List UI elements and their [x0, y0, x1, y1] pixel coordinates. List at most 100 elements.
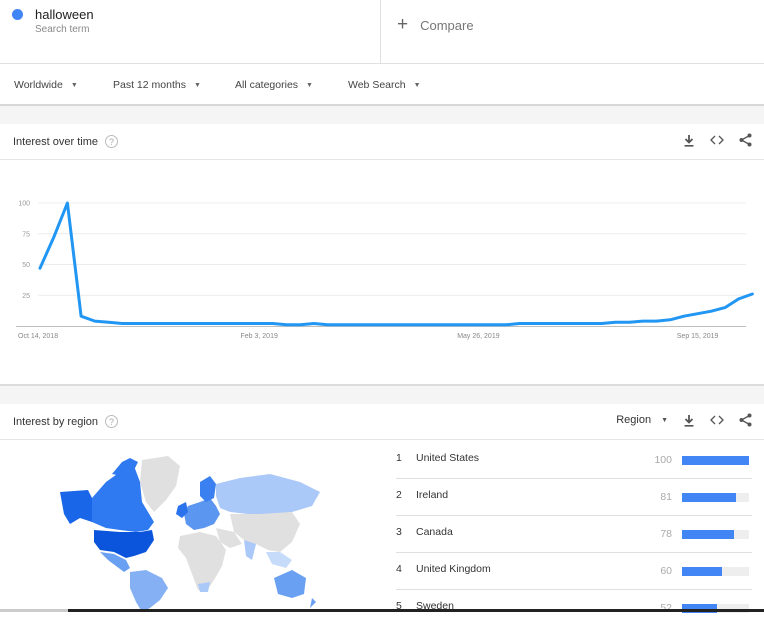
series-color-dot	[12, 9, 23, 20]
data-point[interactable]	[244, 322, 248, 326]
filter-location[interactable]: Worldwide ▼	[14, 79, 78, 91]
download-icon[interactable]	[682, 133, 696, 147]
download-icon[interactable]	[682, 413, 696, 427]
share-icon[interactable]	[738, 133, 752, 147]
data-point[interactable]	[161, 322, 165, 326]
data-point[interactable]	[559, 322, 563, 326]
card-title: Interest by region ?	[13, 415, 118, 428]
data-point[interactable]	[463, 323, 467, 327]
data-point[interactable]	[65, 201, 69, 205]
data-point[interactable]	[93, 319, 97, 323]
region-resolution-select[interactable]: Region ▼	[616, 414, 668, 426]
plus-icon: +	[397, 14, 409, 35]
data-point[interactable]	[422, 323, 426, 327]
series-line-halloween	[38, 201, 754, 327]
search-term-card[interactable]: halloween Search term	[0, 0, 381, 64]
card-header: Interest over time ?	[0, 124, 764, 160]
filter-location-label: Worldwide	[14, 79, 63, 91]
data-point[interactable]	[723, 306, 727, 310]
data-point[interactable]	[216, 322, 220, 326]
data-point[interactable]	[175, 322, 179, 326]
data-point[interactable]	[230, 322, 234, 326]
data-point[interactable]	[518, 322, 522, 326]
data-point[interactable]	[737, 297, 741, 301]
data-point[interactable]	[189, 322, 193, 326]
region-value: 81	[660, 491, 672, 503]
data-point[interactable]	[38, 266, 42, 270]
data-point[interactable]	[202, 322, 206, 326]
data-point[interactable]	[668, 318, 672, 322]
map-region-greenland[interactable]	[140, 456, 180, 512]
map-region-asia[interactable]	[230, 512, 300, 552]
data-point[interactable]	[79, 314, 83, 318]
data-point[interactable]	[696, 312, 700, 316]
data-point[interactable]	[476, 323, 480, 327]
data-point[interactable]	[52, 235, 56, 239]
data-point[interactable]	[326, 323, 330, 327]
map-region-africa[interactable]	[178, 532, 226, 592]
data-point[interactable]	[339, 323, 343, 327]
data-point[interactable]	[107, 320, 111, 324]
region-row[interactable]: 2 Ireland 81	[396, 479, 752, 516]
filter-category[interactable]: All categories ▼	[235, 79, 313, 91]
map-region-scandinavia[interactable]	[200, 476, 216, 502]
map-region-russia[interactable]	[216, 474, 320, 514]
region-name[interactable]: United States	[416, 452, 479, 464]
data-point[interactable]	[545, 322, 549, 326]
data-point[interactable]	[435, 323, 439, 327]
data-point[interactable]	[641, 319, 645, 323]
data-point[interactable]	[655, 319, 659, 323]
data-point[interactable]	[600, 322, 604, 326]
data-point[interactable]	[298, 323, 302, 327]
data-point[interactable]	[586, 322, 590, 326]
data-point[interactable]	[613, 320, 617, 324]
region-name[interactable]: Canada	[416, 526, 453, 538]
data-point[interactable]	[627, 320, 631, 324]
data-point[interactable]	[572, 322, 576, 326]
compare-button[interactable]: + Compare	[397, 14, 474, 36]
help-icon[interactable]: ?	[104, 135, 118, 148]
filter-category-label: All categories	[235, 79, 299, 91]
data-point[interactable]	[381, 323, 385, 327]
share-icon[interactable]	[738, 413, 752, 427]
filter-time-range[interactable]: Past 12 months ▼	[113, 79, 201, 91]
region-row[interactable]: 1 United States 100	[396, 442, 752, 479]
map-region-new-zealand[interactable]	[310, 598, 316, 608]
data-point[interactable]	[709, 309, 713, 313]
filter-bar: Worldwide ▼ Past 12 months ▼ All categor…	[0, 64, 764, 106]
data-point[interactable]	[134, 322, 138, 326]
search-term-name[interactable]: halloween	[35, 7, 94, 22]
data-point[interactable]	[271, 322, 275, 326]
data-point[interactable]	[312, 322, 316, 326]
region-name[interactable]: Ireland	[416, 489, 448, 501]
data-point[interactable]	[682, 314, 686, 318]
data-point[interactable]	[449, 323, 453, 327]
data-point[interactable]	[353, 323, 357, 327]
map-region-alaska[interactable]	[60, 490, 92, 524]
data-point[interactable]	[148, 322, 152, 326]
region-row[interactable]: 3 Canada 78	[396, 516, 752, 553]
embed-icon[interactable]	[710, 133, 724, 147]
data-point[interactable]	[367, 323, 371, 327]
filter-search-type[interactable]: Web Search ▼	[348, 79, 421, 91]
data-point[interactable]	[408, 323, 412, 327]
world-map[interactable]	[30, 452, 330, 612]
map-region-europe[interactable]	[184, 498, 220, 530]
data-point[interactable]	[394, 323, 398, 327]
region-name[interactable]: United Kingdom	[416, 563, 491, 575]
map-region-australia[interactable]	[274, 570, 306, 598]
help-icon[interactable]: ?	[105, 415, 118, 428]
region-bar-fill	[682, 567, 723, 576]
data-point[interactable]	[504, 323, 508, 327]
data-point[interactable]	[531, 322, 535, 326]
data-point[interactable]	[120, 322, 124, 326]
region-row[interactable]: 4 United Kingdom 60	[396, 553, 752, 590]
map-region-south-america[interactable]	[130, 570, 168, 612]
data-point[interactable]	[750, 292, 754, 296]
embed-icon[interactable]	[710, 413, 724, 427]
data-point[interactable]	[285, 323, 289, 327]
data-point[interactable]	[490, 323, 494, 327]
region-bar-fill	[682, 493, 737, 502]
data-point[interactable]	[257, 322, 261, 326]
map-region-se-asia[interactable]	[266, 552, 292, 568]
